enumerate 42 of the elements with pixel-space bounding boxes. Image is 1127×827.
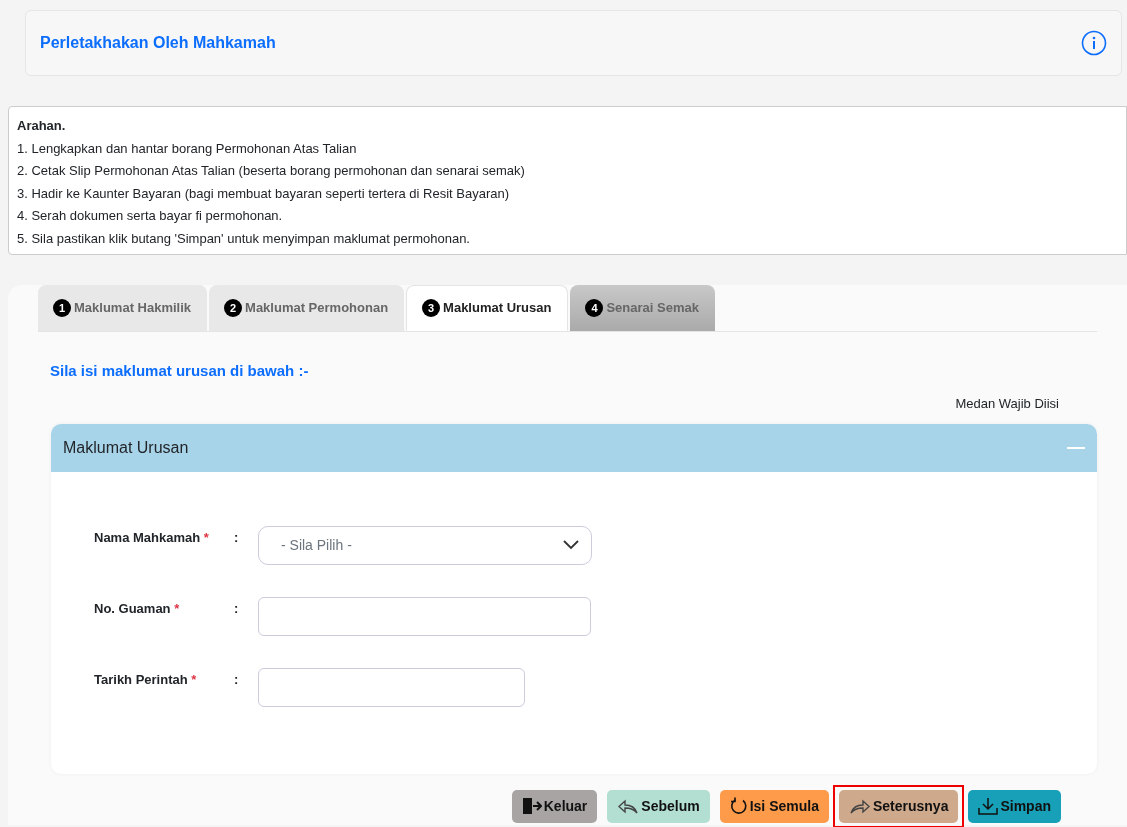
required-note: Medan Wajib Diisi (954, 395, 1059, 413)
step-number: 4 (585, 298, 604, 317)
exit-door-icon (521, 797, 542, 815)
field-label: No. Guaman (94, 600, 171, 616)
tab[interactable]: 3 Maklumat Urusan (406, 285, 569, 331)
field-separator: : (234, 528, 240, 547)
instruction-line: 3. Hadir ke Kaunter Bayaran (bagi membuat bayaran seperti tertera di Resit Bayaran) (17, 184, 511, 203)
required-asterisk: * (174, 600, 180, 616)
instruction-line: 2. Cetak Slip Permohonan Atas Talian (beserta borang permohonan dan senarai semak) (17, 162, 526, 180)
action-button[interactable]: Isi Semula (719, 789, 829, 823)
step-number: 1 (53, 298, 71, 317)
action-button[interactable]: Sebelum (607, 789, 710, 823)
page-title: Perletakhakan Oleh Mahkamah (40, 33, 276, 53)
step-number: 2 (224, 298, 243, 317)
field-separator: : (234, 599, 240, 618)
input-field[interactable] (258, 596, 591, 636)
instruction-line: 1. Lengkapkan dan hantar borang Permohonan Atas Talian (17, 139, 358, 158)
instructions-title: Arahan. (17, 117, 67, 135)
step-number: 3 (422, 298, 441, 317)
info-icon[interactable] (1081, 30, 1107, 56)
field-separator: : (234, 670, 240, 689)
reply-arrow-icon (617, 797, 640, 815)
tab[interactable]: 1 Maklumat Hakmilik (38, 285, 208, 331)
action-button[interactable]: Keluar (511, 789, 598, 823)
field-label: Nama Mahkamah (94, 529, 201, 545)
collapse-icon[interactable] (1067, 446, 1085, 449)
input-field[interactable] (258, 667, 525, 707)
required-asterisk: * (191, 671, 197, 687)
tab[interactable]: 2 Maklumat Permohonan (209, 285, 405, 331)
section-subtitle: Sila isi maklumat urusan di bawah :- (50, 360, 310, 381)
action-button[interactable]: Seterusnya (838, 789, 959, 823)
panel-title: Maklumat Urusan (63, 437, 189, 458)
field-label: Tarikh Perintah (94, 671, 188, 687)
reload-icon (729, 797, 748, 815)
instruction-line: 4. Serah dokumen serta bayar fi permohonan. (17, 207, 284, 225)
download-icon (978, 797, 999, 815)
required-asterisk: * (203, 529, 209, 545)
chevron-down-icon (563, 540, 579, 550)
action-button[interactable]: Simpan (968, 789, 1061, 823)
instruction-line: 5. Sila pastikan klik butang 'Simpan' untuk menyimpan maklumat permohonan. (17, 229, 471, 248)
forward-arrow-icon (848, 797, 871, 815)
select-field[interactable]: - Sila Pilih - (258, 525, 592, 565)
